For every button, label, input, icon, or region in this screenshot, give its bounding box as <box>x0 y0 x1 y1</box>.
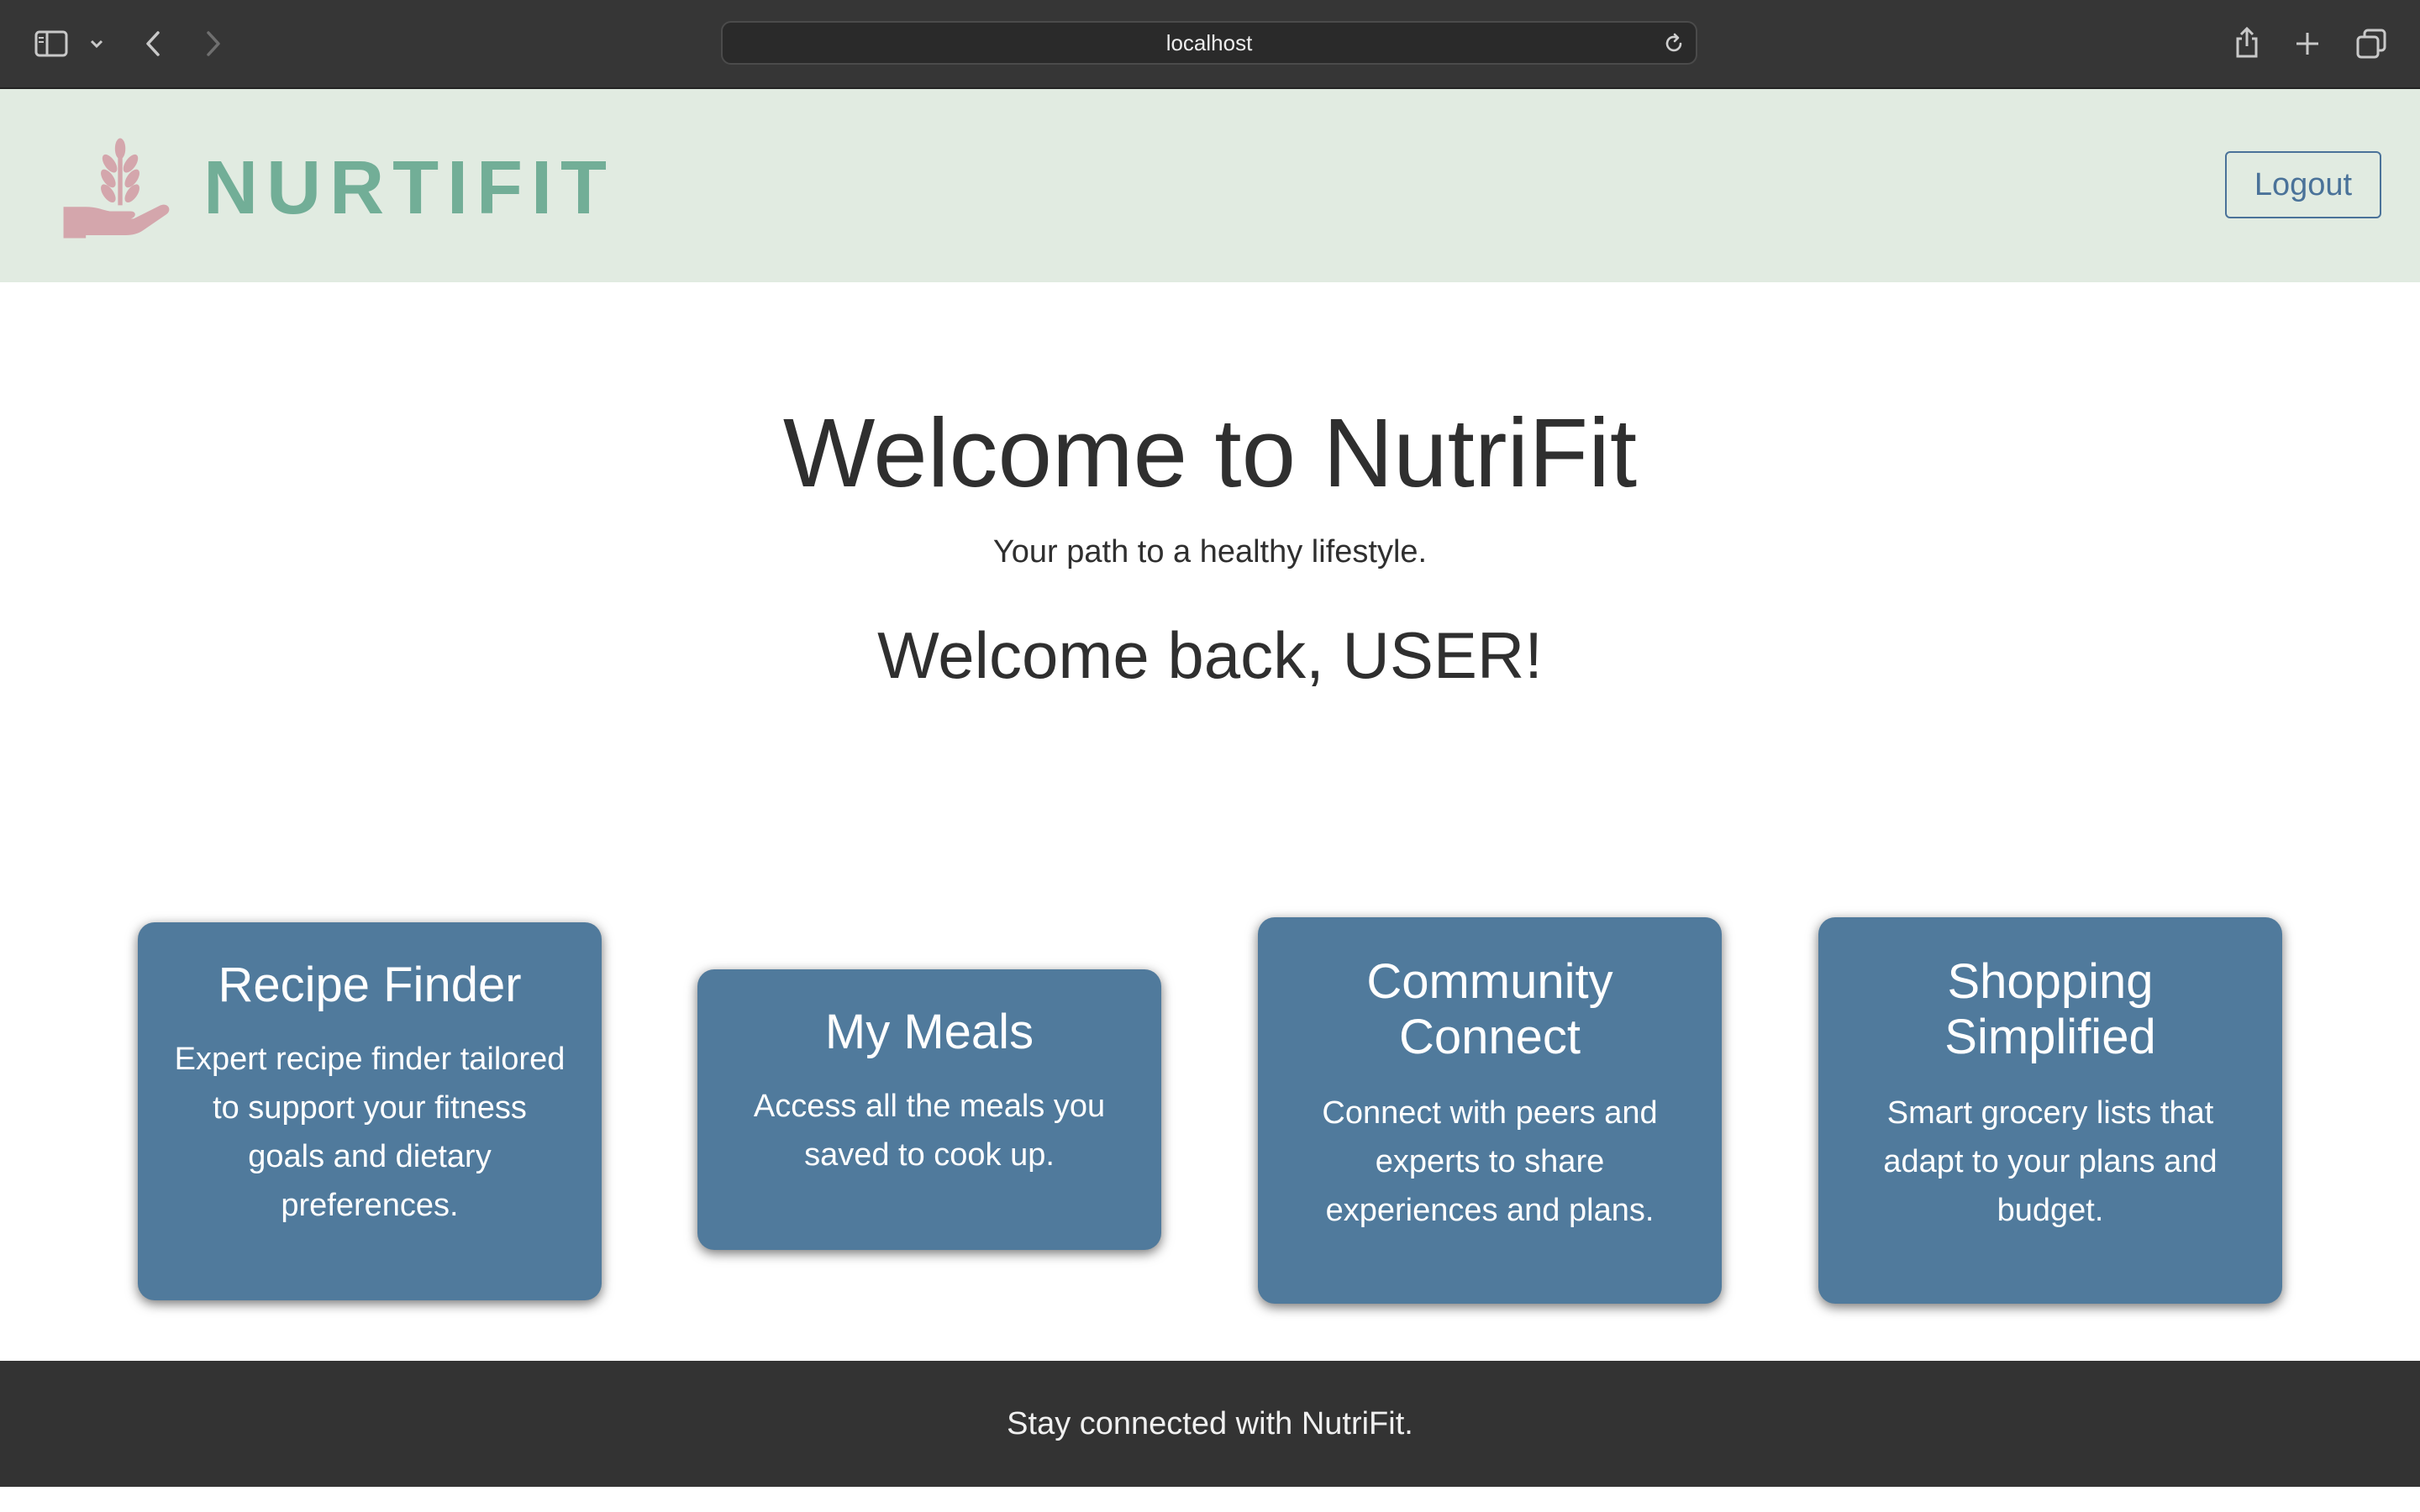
new-tab-icon[interactable] <box>2292 27 2323 60</box>
site-header: NURTIFIT Logout <box>0 89 2420 282</box>
site-footer: Stay connected with NutriFit. <box>0 1361 2420 1487</box>
share-icon[interactable] <box>2230 24 2264 60</box>
card-recipe-finder[interactable]: Recipe Finder Expert recipe finder tailo… <box>138 922 602 1300</box>
reload-icon[interactable] <box>1662 32 1686 60</box>
card-description: Expert recipe finder tailored to support… <box>174 1042 566 1223</box>
back-arrow-icon[interactable] <box>141 27 165 60</box>
forward-arrow-icon[interactable] <box>202 27 225 60</box>
sidebar-icon[interactable] <box>32 27 71 60</box>
card-title: Recipe Finder <box>218 958 522 1012</box>
card-my-meals[interactable]: My Meals Access all the meals you saved … <box>697 969 1161 1250</box>
footer-text: Stay connected with NutriFit. <box>1007 1405 1413 1441</box>
address-text: localhost <box>1165 29 1253 55</box>
card-community-connect[interactable]: Community Connect Connect with peers and… <box>1258 917 1722 1304</box>
logout-button[interactable]: Logout <box>2225 151 2381 218</box>
chevron-down-icon[interactable] <box>87 32 106 55</box>
page-title: Welcome to NutriFit <box>782 398 1638 507</box>
address-bar[interactable]: localhost <box>721 21 1697 65</box>
page-subtitle: Your path to a healthy lifestyle. <box>992 534 1428 570</box>
card-description: Access all the meals you saved to cook u… <box>753 1089 1106 1173</box>
card-title: Community Connect <box>1366 954 1613 1064</box>
hand-wheat-icon <box>63 138 170 239</box>
nutrifit-logo[interactable]: NURTIFIT <box>60 121 615 255</box>
tab-overview-icon[interactable] <box>2353 25 2390 62</box>
card-title: Shopping Simplified <box>1944 954 2156 1064</box>
welcome-message: Welcome back, USER! <box>877 618 1543 692</box>
browser-toolbar: localhost <box>0 0 2420 89</box>
card-description: Smart grocery lists that adapt to your p… <box>1883 1095 2217 1228</box>
logo-wordmark: NURTIFIT <box>203 146 615 230</box>
card-shopping-simplified[interactable]: Shopping Simplified Smart grocery lists … <box>1818 917 2282 1304</box>
card-description: Connect with peers and experts to share … <box>1322 1095 1658 1228</box>
card-title: My Meals <box>824 1005 1034 1059</box>
